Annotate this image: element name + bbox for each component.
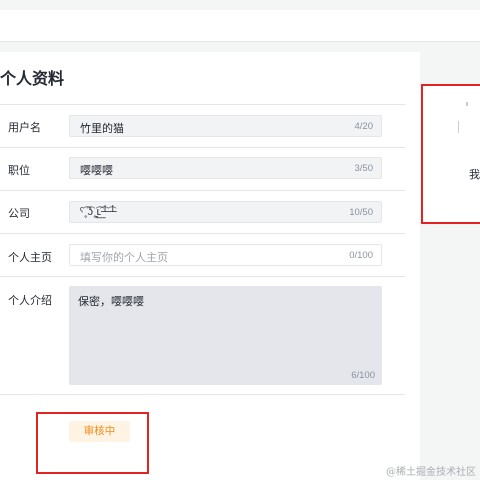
divider [0, 190, 405, 191]
divider [0, 394, 405, 395]
intro-textarea[interactable]: 保密，嘤嘤嘤 6/100 [69, 286, 382, 385]
intro-label: 个人介绍 [8, 295, 52, 307]
watermark: @稀土掘金技术社区 [386, 467, 476, 478]
status-highlight-box [36, 412, 149, 474]
username-count: 4/20 [354, 121, 374, 132]
divider [0, 147, 405, 148]
company-value: ˁ͡˳͡ʖ˳̭͡ʟ͟͡┴͡┴ [80, 206, 117, 218]
page-title: 个人资料 [0, 71, 65, 88]
username-label: 用户名 [8, 122, 41, 134]
homepage-field[interactable]: 填写你的个人主页 0/100 [69, 244, 382, 266]
divider [0, 276, 405, 277]
divider [0, 104, 405, 105]
position-label: 职位 [8, 165, 30, 177]
company-field[interactable]: ˁ͡˳͡ʖ˳̭͡ʟ͟͡┴͡┴ 10/50 [69, 201, 382, 223]
divider [0, 233, 405, 234]
homepage-count: 0/100 [349, 250, 373, 261]
intro-value: 保密，嘤嘤嘤 [78, 296, 144, 308]
header-bar [0, 10, 480, 42]
username-field[interactable]: 竹里的猫 4/20 [69, 115, 382, 137]
homepage-label: 个人主页 [8, 252, 52, 264]
company-count: 10/50 [349, 207, 373, 218]
intro-count: 6/100 [351, 370, 375, 381]
company-label: 公司 [8, 208, 30, 220]
position-count: 3/50 [354, 163, 374, 174]
avatar-highlight-box [421, 84, 480, 224]
position-value: 嘤嘤嘤 [80, 165, 113, 177]
top-strip [0, 0, 480, 10]
homepage-placeholder: 填写你的个人主页 [80, 252, 168, 264]
username-value: 竹里的猫 [80, 123, 124, 135]
position-field[interactable]: 嘤嘤嘤 3/50 [69, 157, 382, 179]
